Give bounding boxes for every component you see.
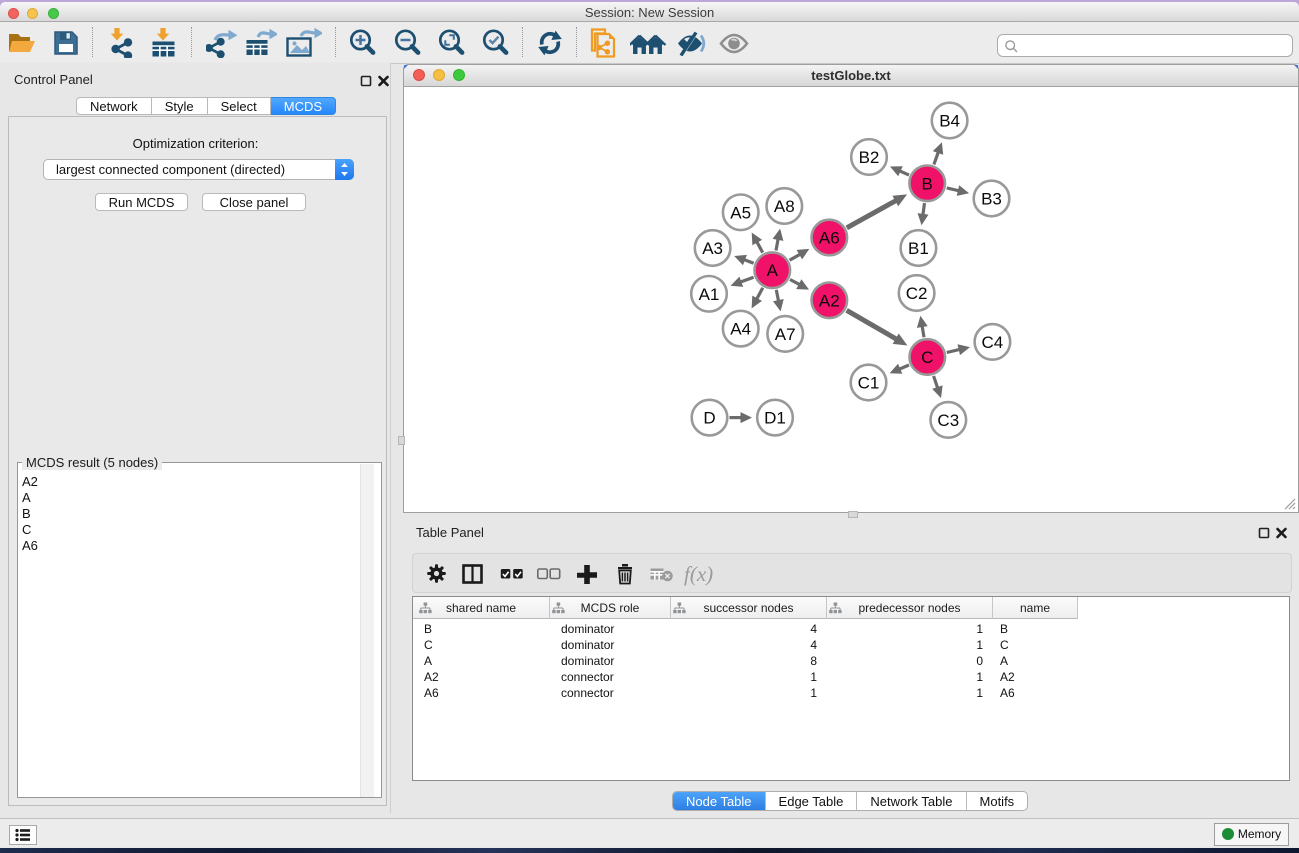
svg-text:B4: B4	[939, 112, 960, 131]
svg-text:C1: C1	[858, 374, 880, 393]
svg-text:A7: A7	[775, 325, 796, 344]
svg-text:A6: A6	[819, 229, 840, 248]
svg-text:A8: A8	[774, 197, 795, 216]
svg-text:C4: C4	[982, 333, 1004, 352]
svg-text:D1: D1	[764, 409, 786, 428]
svg-text:B3: B3	[981, 190, 1002, 209]
svg-text:A: A	[767, 261, 779, 280]
svg-text:A1: A1	[699, 285, 720, 304]
svg-text:A2: A2	[819, 291, 840, 310]
svg-text:A4: A4	[730, 320, 751, 339]
svg-text:B: B	[922, 174, 933, 193]
svg-text:C2: C2	[906, 284, 928, 303]
svg-text:A5: A5	[730, 203, 751, 222]
svg-text:C: C	[921, 348, 933, 367]
svg-text:B1: B1	[908, 239, 929, 258]
svg-text:B2: B2	[859, 148, 880, 167]
svg-text:A3: A3	[702, 239, 723, 258]
svg-text:D: D	[703, 409, 715, 428]
svg-text:C3: C3	[937, 411, 959, 430]
